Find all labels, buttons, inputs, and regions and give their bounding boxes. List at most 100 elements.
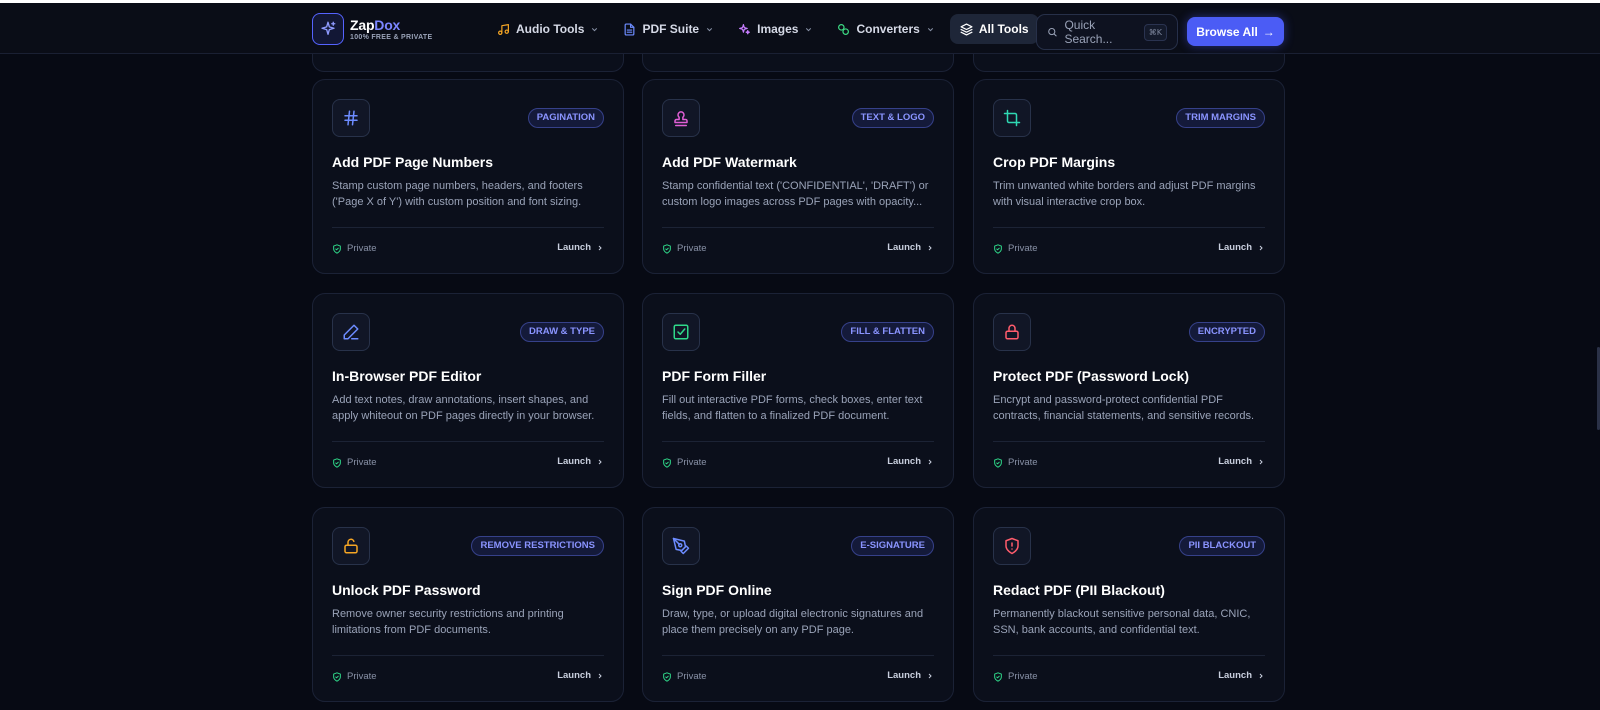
tool-card-crop-margins[interactable]: TRIM MARGINS Crop PDF Margins Trim unwan… [973,79,1285,274]
launch-link[interactable]: Launch [557,670,604,681]
card-badge: FILL & FLATTEN [841,322,934,342]
launch-link[interactable]: Launch [887,456,934,467]
search-placeholder: Quick Search... [1064,18,1113,46]
card-above-1 [312,54,624,72]
card-badge: PAGINATION [527,108,604,128]
chevron-down-icon [806,27,812,31]
shield-check-icon [994,243,1002,254]
chevron-right-icon [598,673,602,678]
nav-label: All Tools [978,22,1029,36]
card-title: Sign PDF Online [662,582,772,598]
shield-check-icon [663,457,671,468]
shield-check-icon [994,671,1002,682]
tool-card-form-filler[interactable]: FILL & FLATTEN PDF Form Filler Fill out … [642,293,954,488]
quick-search[interactable]: Quick Search... ⌘K [1036,14,1178,50]
tool-card-protect-pdf[interactable]: ENCRYPTED Protect PDF (Password Lock) En… [973,293,1285,488]
card-title: Add PDF Page Numbers [332,154,494,170]
nav-converters[interactable]: Converters [828,14,943,44]
launch-link[interactable]: Launch [1218,456,1265,467]
card-badge: REMOVE RESTRICTIONS [471,536,604,556]
privacy-indicator: Private [662,671,707,682]
main-nav: Audio Tools PDF Suite Images Converters … [488,14,1045,44]
tool-card-sign-pdf[interactable]: E-SIGNATURE Sign PDF Online Draw, type, … [642,507,954,702]
card-title: Crop PDF Margins [993,154,1116,170]
privacy-indicator: Private [993,457,1038,468]
nav-label: Converters [856,22,920,36]
card-above-2 [642,54,954,72]
launch-link[interactable]: Launch [1218,670,1265,681]
tool-card-unlock-pdf[interactable]: REMOVE RESTRICTIONS Unlock PDF Password … [312,507,624,702]
chevron-down-icon [592,27,598,31]
arrow-right-icon: → [1262,24,1275,39]
privacy-indicator: Private [332,671,377,682]
nav-pdf-suite[interactable]: PDF Suite [614,14,723,44]
card-badge: TRIM MARGINS [1176,108,1265,128]
nav-label: PDF Suite [642,22,700,36]
card-title: PDF Form Filler [662,368,767,384]
card-title: Unlock PDF Password [332,582,481,598]
card-divider [993,655,1265,656]
privacy-indicator: Private [332,457,377,468]
launch-link[interactable]: Launch [1218,242,1265,253]
card-badge: TEXT & LOGO [851,108,934,128]
card-badge: DRAW & TYPE [520,322,604,342]
card-above-3 [973,54,1285,72]
card-description: Permanently blackout sensitive personal … [993,608,1251,636]
tool-card-redact-pdf[interactable]: PII BLACKOUT Redact PDF (PII Blackout) P… [973,507,1285,702]
tool-card-watermark[interactable]: TEXT & LOGO Add PDF Watermark Stamp conf… [642,79,954,274]
card-divider [332,441,604,442]
card-description: Stamp confidential text ('CONFIDENTIAL',… [662,180,929,208]
shield-alert-icon [993,527,1031,565]
launch-link[interactable]: Launch [557,456,604,467]
brand-name: ZapDox [350,17,401,33]
stamp-icon [662,99,700,137]
shield-check-icon [333,671,341,682]
card-description: Add text notes, draw annotations, insert… [332,394,595,422]
signature-pen-icon [662,527,700,565]
card-divider [662,655,934,656]
card-title: In-Browser PDF Editor [332,368,482,384]
nav-images[interactable]: Images [729,14,822,44]
chevron-right-icon [1259,459,1263,464]
chevron-down-icon [927,27,933,31]
chevron-right-icon [928,673,932,678]
card-title: Add PDF Watermark [662,154,797,170]
layers-icon [960,22,973,36]
shield-check-icon [663,243,671,254]
launch-link[interactable]: Launch [887,670,934,681]
sparkle-logo-icon [312,13,344,45]
privacy-indicator: Private [993,671,1038,682]
card-divider [332,655,604,656]
nav-audio-tools[interactable]: Audio Tools [488,14,608,44]
card-description: Encrypt and password-protect confidentia… [993,394,1255,422]
brand-tagline: 100% FREE & PRIVATE [350,34,433,41]
card-badge: E-SIGNATURE [851,536,934,556]
launch-link[interactable]: Launch [557,242,604,253]
shield-check-icon [333,243,341,254]
card-description: Draw, type, or upload digital electronic… [662,608,924,636]
checkbox-icon [662,313,700,351]
privacy-indicator: Private [662,457,707,468]
card-badge: ENCRYPTED [1188,322,1265,342]
unlock-icon [332,527,370,565]
card-divider [662,441,934,442]
privacy-indicator: Private [662,243,707,254]
card-description: Stamp custom page numbers, headers, and … [332,180,583,208]
tool-card-page-numbers[interactable]: PAGINATION Add PDF Page Numbers Stamp cu… [312,79,624,274]
launch-link[interactable]: Launch [887,242,934,253]
shield-check-icon [994,457,1002,468]
convert-icon [838,23,850,35]
search-shortcut: ⌘K [1143,23,1167,41]
shield-check-icon [663,671,671,682]
tool-card-pdf-editor[interactable]: DRAW & TYPE In-Browser PDF Editor Add te… [312,293,624,488]
brand-logo[interactable]: ZapDox 100% FREE & PRIVATE [312,13,432,45]
nav-label: Audio Tools [516,22,585,36]
chevron-right-icon [928,245,932,250]
card-title: Protect PDF (Password Lock) [993,368,1190,384]
chevron-down-icon [707,27,713,31]
sparkles-icon [739,23,751,34]
card-description: Trim unwanted white borders and adjust P… [993,180,1256,208]
nav-all-tools[interactable]: All Tools [949,14,1039,44]
browse-all-button[interactable]: Browse All → [1187,17,1284,46]
file-icon [625,22,635,36]
